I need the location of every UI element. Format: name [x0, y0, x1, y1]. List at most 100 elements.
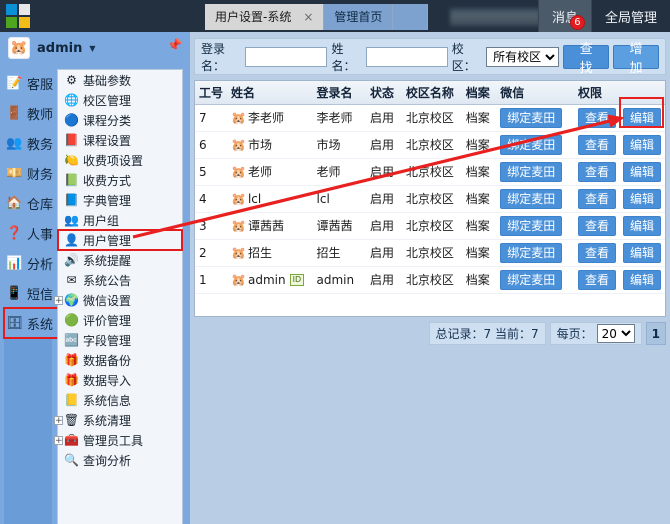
page-number-1[interactable]: 1 — [645, 322, 666, 345]
submenu-item-icon: 🔤 — [64, 333, 79, 347]
sidebar-item-2[interactable]: 👥 教务 — [4, 128, 60, 158]
edit-button[interactable]: 编辑 — [622, 188, 661, 209]
view-button[interactable]: 查看 — [577, 242, 616, 263]
submenu-item-0[interactable]: ⚙ 基础参数 — [58, 70, 182, 90]
expand-icon[interactable]: + — [54, 295, 63, 305]
submenu-item-9[interactable]: 🔊 系统提醒 — [58, 250, 182, 270]
submenu-item-label: 收费方式 — [83, 173, 132, 188]
submenu-item-15[interactable]: 🎁 数据导入 — [58, 370, 182, 390]
view-button[interactable]: 查看 — [577, 134, 616, 155]
close-icon[interactable]: × — [303, 4, 313, 30]
messages-button[interactable]: 消息 6 — [537, 0, 591, 32]
sidebar-item-5[interactable]: ❓ 人事 — [4, 218, 60, 248]
cell-file: 档案 — [461, 185, 497, 213]
user-avatar-icon: 🐹 — [231, 272, 246, 287]
cell-employee-id: 1 — [195, 266, 228, 294]
bind-wechat-button[interactable]: 绑定麦田 — [500, 188, 563, 209]
table-row[interactable]: 6 🐹 市场 市场 启用 北京校区 档案 绑定麦田 查看 编辑 — [195, 131, 665, 159]
table-row[interactable]: 7 🐹 李老师 李老师 启用 北京校区 档案 绑定麦田 查看 编辑 — [195, 104, 665, 132]
per-page-select[interactable]: 20 — [596, 324, 635, 343]
sidebar-selection-block — [4, 338, 52, 524]
table-header-3: 状态 — [366, 81, 402, 105]
submenu-item-18[interactable]: + 🧰 管理员工具 — [54, 430, 182, 450]
highlight-box-edit-button — [619, 97, 664, 128]
user-menu[interactable]: 🐹 admin ▼ — [0, 32, 190, 64]
edit-button[interactable]: 编辑 — [622, 161, 661, 182]
view-button[interactable]: 查看 — [577, 107, 616, 128]
campus-select[interactable]: 所有校区 — [486, 46, 560, 67]
table-row[interactable]: 4 🐹 lcl lcl 启用 北京校区 档案 绑定麦田 查看 编辑 — [195, 185, 665, 213]
sidebar-item-8[interactable]: 🗄 系统 — [3, 307, 61, 339]
sidebar-item-label: 短信 — [27, 287, 54, 303]
submenu-item-16[interactable]: 📒 系统信息 — [58, 390, 182, 410]
sidebar-item-6[interactable]: 📊 分析 — [4, 248, 60, 278]
cell-status: 启用 — [366, 239, 402, 267]
global-management-button[interactable]: 全局管理 — [590, 0, 670, 32]
submenu-item-8[interactable]: 👤 用户管理 — [57, 229, 183, 251]
view-button[interactable]: 查看 — [577, 269, 616, 290]
edit-button[interactable]: 编辑 — [622, 269, 661, 290]
add-button[interactable]: 增加 — [613, 42, 659, 76]
submenu-item-icon: ⚙ — [66, 73, 77, 87]
submenu-item-6[interactable]: 📘 字典管理 — [58, 190, 182, 210]
submenu-item-3[interactable]: 📕 课程设置 — [58, 130, 182, 150]
submenu-item-2[interactable]: 🔵 课程分类 — [58, 110, 182, 130]
search-button[interactable]: 查找 — [563, 42, 610, 76]
table-row[interactable]: 5 🐹 老师 老师 启用 北京校区 档案 绑定麦田 查看 编辑 — [195, 158, 665, 186]
table-row[interactable]: 2 🐹 招生 招生 启用 北京校区 档案 绑定麦田 查看 编辑 — [195, 239, 665, 267]
edit-button[interactable]: 编辑 — [622, 242, 661, 263]
login-name-label: 登录名： — [201, 41, 226, 73]
submenu-item-17[interactable]: + 🗑 系统清理 — [54, 410, 182, 430]
permission-buttons: 查看 编辑 — [577, 188, 661, 209]
submenu-item-12[interactable]: 🟢 评价管理 — [58, 310, 182, 330]
submenu-item-5[interactable]: 📗 收费方式 — [58, 170, 182, 190]
app-logo-icon — [6, 4, 30, 28]
cell-file: 档案 — [461, 212, 497, 240]
submenu-item-label: 数据备份 — [83, 353, 132, 368]
submenu-item-11[interactable]: + 🌍 微信设置 — [54, 290, 182, 310]
login-name-input[interactable] — [245, 46, 328, 67]
view-button[interactable]: 查看 — [577, 188, 616, 209]
tab-user-settings[interactable]: 用户设置-系统 × — [205, 4, 325, 30]
bind-wechat-button[interactable]: 绑定麦田 — [500, 269, 563, 290]
avatar: 🐹 — [8, 37, 30, 59]
bind-wechat-button[interactable]: 绑定麦田 — [500, 107, 563, 128]
submenu-item-1[interactable]: 🌐 校区管理 — [58, 90, 182, 110]
cell-file: 档案 — [461, 266, 497, 294]
view-button[interactable]: 查看 — [577, 215, 616, 236]
submenu-item-icon: 🌐 — [64, 93, 79, 107]
table-row[interactable]: 1 🐹 admin ID admin 启用 北京校区 档案 绑定麦田 查看 编辑 — [195, 266, 665, 294]
name-input[interactable] — [365, 46, 448, 67]
bind-wechat-button[interactable]: 绑定麦田 — [500, 215, 563, 236]
sidebar-item-4[interactable]: 🏠 仓库 — [4, 188, 60, 218]
submenu-item-label: 评价管理 — [83, 313, 132, 328]
chevron-down-icon[interactable]: ▼ — [89, 44, 95, 53]
submenu-item-7[interactable]: 👥 用户组 — [58, 210, 182, 230]
expand-icon[interactable]: + — [54, 435, 63, 445]
cell-name: 🐹 admin ID — [227, 266, 313, 294]
cell-name: 🐹 谭茜茜 — [227, 212, 313, 240]
bind-wechat-button[interactable]: 绑定麦田 — [500, 161, 563, 182]
submenu-item-10[interactable]: ✉ 系统公告 — [58, 270, 182, 290]
bind-wechat-button[interactable]: 绑定麦田 — [500, 134, 563, 155]
bind-wechat-button[interactable]: 绑定麦田 — [500, 242, 563, 263]
per-page-control: 每页： 20 — [549, 322, 642, 345]
edit-button[interactable]: 编辑 — [622, 215, 661, 236]
tab-management-home[interactable]: 管理首页 — [324, 4, 394, 30]
edit-button[interactable]: 编辑 — [622, 134, 661, 155]
submenu-item-4[interactable]: 🍋 收费项设置 — [58, 150, 182, 170]
view-button[interactable]: 查看 — [577, 161, 616, 182]
submenu-item-13[interactable]: 🔤 字段管理 — [58, 330, 182, 350]
sidebar-item-7[interactable]: 📱 短信 — [4, 278, 60, 308]
pin-icon[interactable]: 📌 — [167, 38, 182, 52]
user-avatar-icon: 🐹 — [231, 138, 246, 152]
submenu-item-19[interactable]: 🔍 查询分析 — [58, 450, 182, 470]
table-row[interactable]: 3 🐹 谭茜茜 谭茜茜 启用 北京校区 档案 绑定麦田 查看 编辑 — [195, 212, 665, 240]
sidebar-item-0[interactable]: 📝 客服 — [4, 68, 60, 98]
expand-icon[interactable]: + — [54, 415, 63, 425]
submenu-item-14[interactable]: 🎁 数据备份 — [58, 350, 182, 370]
cell-permissions: 查看 编辑 — [573, 131, 665, 159]
sidebar-item-1[interactable]: 🚪 教师 — [4, 98, 60, 128]
table-header-6: 微信 — [496, 81, 574, 105]
sidebar-item-3[interactable]: 💴 财务 — [4, 158, 60, 188]
